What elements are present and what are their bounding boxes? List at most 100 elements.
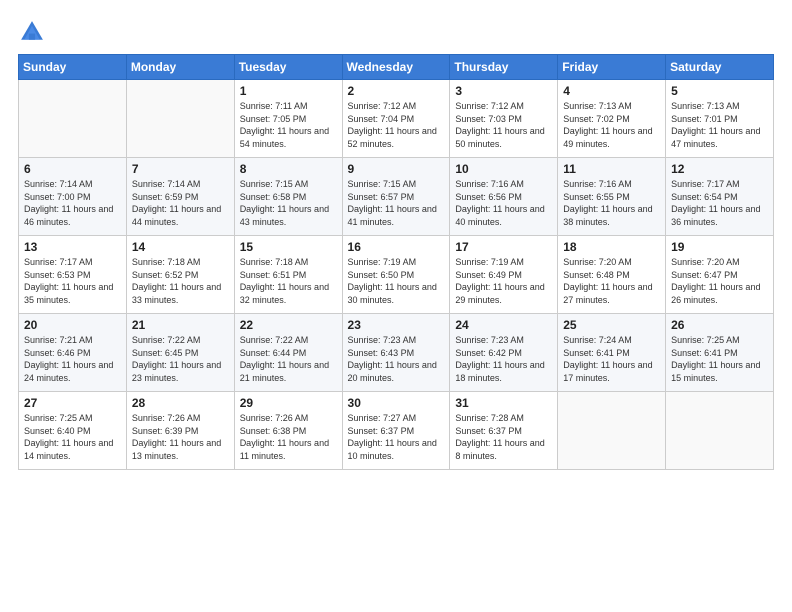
calendar-cell: 25 Sunrise: 7:24 AM Sunset: 6:41 PM Dayli… bbox=[558, 314, 666, 392]
weekday-row: SundayMondayTuesdayWednesdayThursdayFrid… bbox=[19, 55, 774, 80]
weekday-header-sunday: Sunday bbox=[19, 55, 127, 80]
calendar-cell bbox=[666, 392, 774, 470]
cell-info: Sunrise: 7:17 AM Sunset: 6:54 PM Dayligh… bbox=[671, 178, 768, 228]
header bbox=[18, 18, 774, 46]
day-number: 28 bbox=[132, 396, 229, 410]
day-number: 14 bbox=[132, 240, 229, 254]
day-number: 30 bbox=[348, 396, 445, 410]
calendar-cell: 30Sunrise: 7:27 AM Sunset: 6:37 PM Dayli… bbox=[342, 392, 450, 470]
day-number: 18 bbox=[563, 240, 660, 254]
weekday-header-monday: Monday bbox=[126, 55, 234, 80]
calendar-cell: 11Sunrise: 7:16 AM Sunset: 6:55 PM Dayli… bbox=[558, 158, 666, 236]
cell-info: Sunrise: 7:22 AM Sunset: 6:44 PM Dayligh… bbox=[240, 334, 337, 384]
calendar-cell: 21Sunrise: 7:22 AM Sunset: 6:45 PM Dayli… bbox=[126, 314, 234, 392]
day-number: 22 bbox=[240, 318, 337, 332]
day-number: 20 bbox=[24, 318, 121, 332]
cell-info: Sunrise: 7:18 AM Sunset: 6:51 PM Dayligh… bbox=[240, 256, 337, 306]
calendar-cell: 18 Sunrise: 7:20 AM Sunset: 6:48 PM Dayli… bbox=[558, 236, 666, 314]
day-number: 5 bbox=[671, 84, 768, 98]
calendar-cell: 16Sunrise: 7:19 AM Sunset: 6:50 PM Dayli… bbox=[342, 236, 450, 314]
weekday-header-saturday: Saturday bbox=[666, 55, 774, 80]
page: SundayMondayTuesdayWednesdayThursdayFrid… bbox=[0, 0, 792, 612]
calendar-cell: 6 Sunrise: 7:14 AM Sunset: 7:00 PM Daylig… bbox=[19, 158, 127, 236]
day-number: 1 bbox=[240, 84, 337, 98]
weekday-header-wednesday: Wednesday bbox=[342, 55, 450, 80]
day-number: 23 bbox=[348, 318, 445, 332]
cell-info: Sunrise: 7:24 AM Sunset: 6:41 PM Dayligh… bbox=[563, 334, 660, 384]
day-number: 2 bbox=[348, 84, 445, 98]
calendar-cell: 10 Sunrise: 7:16 AM Sunset: 6:56 PM Dayli… bbox=[450, 158, 558, 236]
calendar-cell: 14 Sunrise: 7:18 AM Sunset: 6:52 PM Dayli… bbox=[126, 236, 234, 314]
cell-info: Sunrise: 7:15 AM Sunset: 6:57 PM Dayligh… bbox=[348, 178, 445, 228]
day-number: 9 bbox=[348, 162, 445, 176]
day-number: 12 bbox=[671, 162, 768, 176]
week-row-1: 6 Sunrise: 7:14 AM Sunset: 7:00 PM Daylig… bbox=[19, 158, 774, 236]
cell-info: Sunrise: 7:15 AM Sunset: 6:58 PM Dayligh… bbox=[240, 178, 337, 228]
cell-info: Sunrise: 7:11 AM Sunset: 7:05 PM Dayligh… bbox=[240, 100, 337, 150]
cell-info: Sunrise: 7:25 AM Sunset: 6:41 PM Dayligh… bbox=[671, 334, 768, 384]
cell-info: Sunrise: 7:26 AM Sunset: 6:39 PM Dayligh… bbox=[132, 412, 229, 462]
day-number: 6 bbox=[24, 162, 121, 176]
calendar-cell bbox=[19, 80, 127, 158]
day-number: 19 bbox=[671, 240, 768, 254]
cell-info: Sunrise: 7:18 AM Sunset: 6:52 PM Dayligh… bbox=[132, 256, 229, 306]
day-number: 17 bbox=[455, 240, 552, 254]
cell-info: Sunrise: 7:21 AM Sunset: 6:46 PM Dayligh… bbox=[24, 334, 121, 384]
cell-info: Sunrise: 7:12 AM Sunset: 7:03 PM Dayligh… bbox=[455, 100, 552, 150]
day-number: 7 bbox=[132, 162, 229, 176]
week-row-2: 13 Sunrise: 7:17 AM Sunset: 6:53 PM Dayli… bbox=[19, 236, 774, 314]
cell-info: Sunrise: 7:23 AM Sunset: 6:43 PM Dayligh… bbox=[348, 334, 445, 384]
calendar-cell: 2Sunrise: 7:12 AM Sunset: 7:04 PM Daylig… bbox=[342, 80, 450, 158]
week-row-0: 1 Sunrise: 7:11 AM Sunset: 7:05 PM Daylig… bbox=[19, 80, 774, 158]
cell-info: Sunrise: 7:20 AM Sunset: 6:48 PM Dayligh… bbox=[563, 256, 660, 306]
cell-info: Sunrise: 7:13 AM Sunset: 7:02 PM Dayligh… bbox=[563, 100, 660, 150]
day-number: 16 bbox=[348, 240, 445, 254]
calendar-cell: 3 Sunrise: 7:12 AM Sunset: 7:03 PM Daylig… bbox=[450, 80, 558, 158]
day-number: 15 bbox=[240, 240, 337, 254]
calendar-cell: 7Sunrise: 7:14 AM Sunset: 6:59 PM Daylig… bbox=[126, 158, 234, 236]
cell-info: Sunrise: 7:19 AM Sunset: 6:49 PM Dayligh… bbox=[455, 256, 552, 306]
weekday-header-thursday: Thursday bbox=[450, 55, 558, 80]
calendar-cell: 12 Sunrise: 7:17 AM Sunset: 6:54 PM Dayli… bbox=[666, 158, 774, 236]
week-row-4: 27 Sunrise: 7:25 AM Sunset: 6:40 PM Dayli… bbox=[19, 392, 774, 470]
day-number: 8 bbox=[240, 162, 337, 176]
calendar-cell: 31 Sunrise: 7:28 AM Sunset: 6:37 PM Dayli… bbox=[450, 392, 558, 470]
day-number: 13 bbox=[24, 240, 121, 254]
cell-info: Sunrise: 7:14 AM Sunset: 7:00 PM Dayligh… bbox=[24, 178, 121, 228]
day-number: 4 bbox=[563, 84, 660, 98]
cell-info: Sunrise: 7:26 AM Sunset: 6:38 PM Dayligh… bbox=[240, 412, 337, 462]
cell-info: Sunrise: 7:16 AM Sunset: 6:56 PM Dayligh… bbox=[455, 178, 552, 228]
calendar-cell: 1 Sunrise: 7:11 AM Sunset: 7:05 PM Daylig… bbox=[234, 80, 342, 158]
calendar-cell bbox=[126, 80, 234, 158]
cell-info: Sunrise: 7:13 AM Sunset: 7:01 PM Dayligh… bbox=[671, 100, 768, 150]
calendar-cell: 27 Sunrise: 7:25 AM Sunset: 6:40 PM Dayli… bbox=[19, 392, 127, 470]
calendar: SundayMondayTuesdayWednesdayThursdayFrid… bbox=[18, 54, 774, 470]
calendar-cell: 23 Sunrise: 7:23 AM Sunset: 6:43 PM Dayli… bbox=[342, 314, 450, 392]
logo-icon bbox=[18, 18, 46, 46]
day-number: 26 bbox=[671, 318, 768, 332]
calendar-cell: 13 Sunrise: 7:17 AM Sunset: 6:53 PM Dayli… bbox=[19, 236, 127, 314]
calendar-cell: 15 Sunrise: 7:18 AM Sunset: 6:51 PM Dayli… bbox=[234, 236, 342, 314]
calendar-cell: 5 Sunrise: 7:13 AM Sunset: 7:01 PM Daylig… bbox=[666, 80, 774, 158]
calendar-cell: 24Sunrise: 7:23 AM Sunset: 6:42 PM Dayli… bbox=[450, 314, 558, 392]
calendar-cell: 22 Sunrise: 7:22 AM Sunset: 6:44 PM Dayli… bbox=[234, 314, 342, 392]
day-number: 25 bbox=[563, 318, 660, 332]
day-number: 11 bbox=[563, 162, 660, 176]
day-number: 3 bbox=[455, 84, 552, 98]
calendar-cell bbox=[558, 392, 666, 470]
day-number: 27 bbox=[24, 396, 121, 410]
week-row-3: 20 Sunrise: 7:21 AM Sunset: 6:46 PM Dayli… bbox=[19, 314, 774, 392]
calendar-cell: 26 Sunrise: 7:25 AM Sunset: 6:41 PM Dayli… bbox=[666, 314, 774, 392]
cell-info: Sunrise: 7:20 AM Sunset: 6:47 PM Dayligh… bbox=[671, 256, 768, 306]
calendar-cell: 8 Sunrise: 7:15 AM Sunset: 6:58 PM Daylig… bbox=[234, 158, 342, 236]
weekday-header-tuesday: Tuesday bbox=[234, 55, 342, 80]
day-number: 29 bbox=[240, 396, 337, 410]
day-number: 10 bbox=[455, 162, 552, 176]
cell-info: Sunrise: 7:17 AM Sunset: 6:53 PM Dayligh… bbox=[24, 256, 121, 306]
cell-info: Sunrise: 7:25 AM Sunset: 6:40 PM Dayligh… bbox=[24, 412, 121, 462]
calendar-cell: 28 Sunrise: 7:26 AM Sunset: 6:39 PM Dayli… bbox=[126, 392, 234, 470]
cell-info: Sunrise: 7:28 AM Sunset: 6:37 PM Dayligh… bbox=[455, 412, 552, 462]
day-number: 31 bbox=[455, 396, 552, 410]
calendar-header: SundayMondayTuesdayWednesdayThursdayFrid… bbox=[19, 55, 774, 80]
cell-info: Sunrise: 7:23 AM Sunset: 6:42 PM Dayligh… bbox=[455, 334, 552, 384]
